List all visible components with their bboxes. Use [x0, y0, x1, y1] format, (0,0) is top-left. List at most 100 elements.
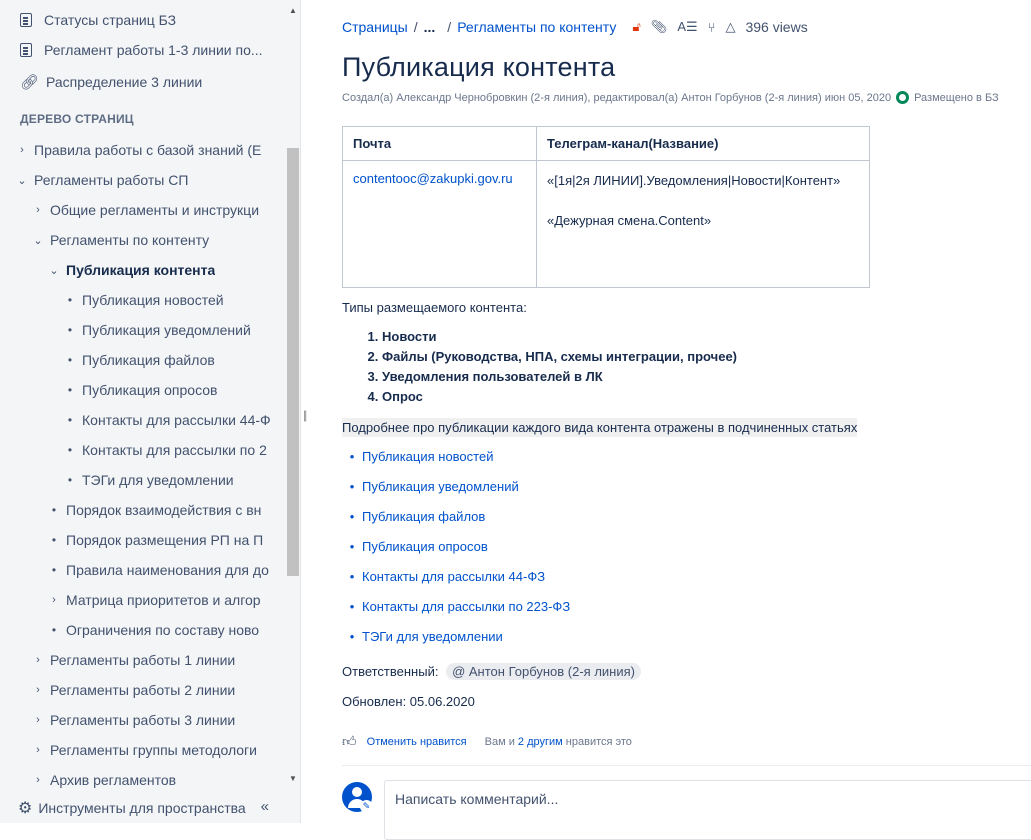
- more-info-text: Подробнее про публикации каждого вида ко…: [342, 418, 858, 437]
- sidebar-tree-item[interactable]: • Публикация файлов: [0, 345, 286, 375]
- page-title: Публикация контента: [342, 52, 616, 82]
- chevron-right-icon[interactable]: ›: [30, 714, 46, 726]
- child-page-link[interactable]: Публикация файлов: [362, 507, 485, 537]
- table-row: contentooc@zakupki.gov.ru «[1я|2я ЛИНИИ]…: [342, 160, 870, 288]
- child-page-link[interactable]: Публикация новостей: [362, 447, 493, 477]
- sidebar-tree-item[interactable]: ⌄ Регламенты по контенту: [0, 225, 286, 255]
- likes-others-link[interactable]: 2 другим: [518, 736, 563, 748]
- breadcrumb-parent[interactable]: Регламенты по контенту: [457, 19, 616, 35]
- sidebar-tree-item[interactable]: • Публикация новостей: [0, 285, 286, 315]
- bullet-icon: •: [67, 293, 73, 307]
- sidebar-tree-item[interactable]: ⌄ Публикация контента: [0, 255, 286, 285]
- attachment-icon[interactable]: 📎︎: [651, 19, 668, 35]
- sidebar-scroll-area[interactable]: Статусы страниц БЗ Регламент работы 1-3 л…: [0, 0, 286, 790]
- sidebar-tree-item[interactable]: › Регламенты работы 3 линии: [0, 705, 286, 735]
- sidebar-shortcut[interactable]: Регламент работы 1-3 линии по...: [0, 35, 286, 65]
- contacts-table: Почта Телеграм-канал(Название) contentoo…: [342, 126, 870, 288]
- scroll-down-arrow-icon[interactable]: ▼: [286, 772, 300, 786]
- sidebar-tree-item[interactable]: • Порядок взаимодействия с вн: [0, 495, 286, 525]
- sidebar-tree-item[interactable]: › Регламенты работы 1 линии: [0, 645, 286, 675]
- updated-date: Обновлен: 05.06.2020: [342, 694, 475, 709]
- bullet-icon: •: [51, 533, 57, 547]
- sidebar-tree-label: Ограничения по составу ново: [66, 622, 260, 638]
- types-heading: Типы размещаемого контента:: [342, 300, 527, 315]
- sidebar-tree-item[interactable]: • Правила наименования для до: [0, 555, 286, 585]
- sidebar-tree-label: Публикация файлов: [82, 352, 215, 368]
- resize-handle[interactable]: ||: [303, 408, 307, 422]
- sidebar-scrollbar[interactable]: ▲ ▼: [286, 0, 300, 790]
- sidebar-tree-item[interactable]: › Матрица приоритетов и алгор: [0, 585, 286, 615]
- sidebar-shortcut-label: Распределение 3 линии: [46, 74, 203, 90]
- sidebar-tree-item[interactable]: › Правила работы с базой знаний (Е: [0, 135, 286, 165]
- sidebar-tree-item[interactable]: • Публикация уведомлений: [0, 315, 286, 345]
- chevron-down-icon[interactable]: ⌄: [46, 264, 62, 277]
- breadcrumb-pages[interactable]: Страницы: [342, 19, 408, 35]
- list-item: Файлы (Руководства, НПА, схемы интеграци…: [382, 347, 737, 367]
- sidebar-tree-label: Регламенты работы СП: [34, 172, 189, 188]
- link-icon: 🔗︎: [20, 74, 40, 91]
- sidebar-tree-item[interactable]: • ТЭГи для уведомлении: [0, 465, 286, 495]
- table-header-email: Почта: [342, 126, 537, 161]
- unlock-icon[interactable]: 🔓︎: [632, 19, 640, 35]
- chevron-right-icon[interactable]: ›: [30, 774, 46, 786]
- sidebar-tree-item[interactable]: • Контакты для рассылки по 2: [0, 435, 286, 465]
- main-content: Страницы / ... / Регламенты по контенту …: [342, 0, 1031, 840]
- child-page-link[interactable]: Публикация уведомлений: [362, 477, 519, 507]
- list-item: Уведомления пользователей в ЛК: [382, 367, 737, 387]
- sidebar-tree-item[interactable]: • Публикация опросов: [0, 375, 286, 405]
- page-icon: [20, 43, 32, 57]
- sidebar-tree-label: Публикация контента: [66, 262, 216, 278]
- chevron-right-icon[interactable]: ›: [30, 204, 46, 216]
- sidebar-shortcut[interactable]: 🔗︎ Распределение 3 линии: [0, 67, 286, 97]
- email-link[interactable]: contentooc@zakupki.gov.ru: [353, 171, 513, 186]
- sidebar-tree-item[interactable]: › Общие регламенты и инструкци: [0, 195, 286, 225]
- space-tools[interactable]: ⚙ Инструменты для пространства «: [0, 792, 300, 823]
- chevron-down-icon[interactable]: ⌄: [30, 234, 46, 247]
- sidebar-tree-item[interactable]: › Регламенты работы 2 линии: [0, 675, 286, 705]
- user-mention[interactable]: @ Антон Горбунов (2-я линия): [446, 663, 641, 680]
- sidebar-tree-label: Регламенты работы 3 линии: [50, 712, 236, 728]
- chevron-right-icon[interactable]: ›: [46, 594, 62, 606]
- collapse-sidebar-icon[interactable]: «: [261, 798, 269, 815]
- list-item: • Публикация уведомлений: [342, 477, 570, 507]
- chevron-down-icon[interactable]: ⌄: [14, 174, 30, 187]
- chevron-right-icon[interactable]: ›: [14, 144, 30, 156]
- sidebar-tree-item[interactable]: ⌄ Регламенты работы СП: [0, 165, 286, 195]
- chevron-right-icon[interactable]: ›: [30, 654, 46, 666]
- channel-name-2: «Дежурная смена.Content»: [547, 213, 712, 228]
- comment-input[interactable]: Написать комментарий...: [384, 780, 1031, 840]
- status-text[interactable]: Размещено в БЗ: [914, 92, 999, 104]
- sidebar-tree-label: Архив регламентов: [50, 772, 177, 788]
- table-header-channel: Телеграм-канал(Название): [536, 126, 870, 161]
- chevron-right-icon[interactable]: ›: [30, 744, 46, 756]
- sidebar-tree-item[interactable]: › Регламенты группы методологи: [0, 735, 286, 765]
- sidebar-tree-label: Контакты для рассылки по 2: [82, 442, 267, 458]
- unlike-button[interactable]: Отменить нравится: [367, 736, 467, 748]
- sidebar-tree-item[interactable]: › Архив регламентов: [0, 765, 286, 790]
- scroll-thumb[interactable]: [287, 148, 299, 576]
- like-icon[interactable]: 👍︎: [342, 733, 357, 750]
- views-count[interactable]: 396 views: [745, 19, 807, 35]
- sidebar-tree-label: Правила наименования для до: [66, 562, 269, 578]
- child-page-link[interactable]: Публикация опросов: [362, 537, 488, 567]
- likes-summary-prefix: Вам и: [484, 735, 515, 748]
- sidebar-tree-item[interactable]: • Контакты для рассылки 44-Ф: [0, 405, 286, 435]
- sidebar-tree-label: ТЭГи для уведомлении: [82, 472, 234, 488]
- text-format-icon[interactable]: A☰: [677, 19, 697, 35]
- bullet-icon: •: [51, 503, 57, 517]
- hierarchy-icon[interactable]: ⑂: [708, 20, 716, 35]
- sidebar-tree-item[interactable]: • Порядок размещения РП на П: [0, 525, 286, 555]
- child-page-link[interactable]: ТЭГи для уведомлении: [362, 627, 503, 657]
- sidebar-shortcut[interactable]: Статусы страниц БЗ: [0, 5, 286, 35]
- child-page-link[interactable]: Контакты для рассылки по 223-ФЗ: [362, 597, 570, 627]
- likes-summary-suffix: нравится это: [565, 735, 632, 748]
- gear-icon: ⚙: [18, 799, 33, 817]
- chevron-right-icon[interactable]: ›: [30, 684, 46, 696]
- scroll-up-arrow-icon[interactable]: ▲: [286, 4, 300, 18]
- warning-icon[interactable]: △: [725, 19, 735, 35]
- child-page-link[interactable]: Контакты для рассылки 44-ФЗ: [362, 567, 545, 597]
- bullet-icon: •: [67, 413, 73, 427]
- breadcrumb-ellipsis[interactable]: ...: [424, 19, 436, 35]
- child-pages-list: • Публикация новостей • Публикация уведомл…: [342, 447, 570, 657]
- sidebar-tree-item[interactable]: • Ограничения по составу ново: [0, 615, 286, 645]
